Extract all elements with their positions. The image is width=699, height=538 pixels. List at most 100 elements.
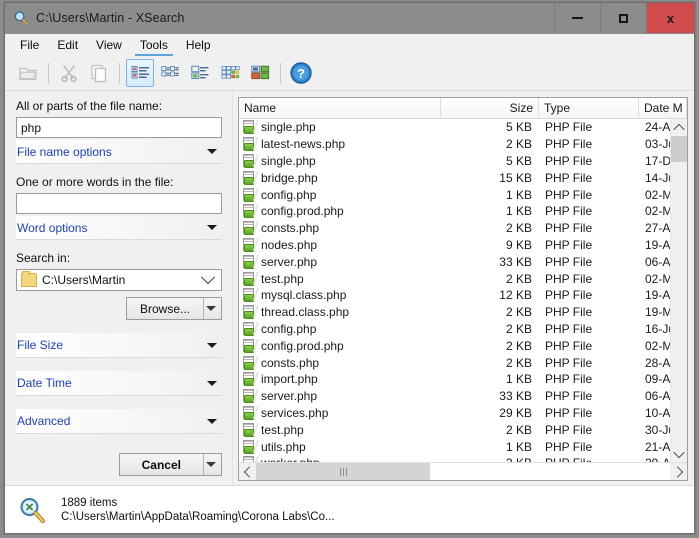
section-advanced[interactable]: Advanced [16,409,222,434]
table-row[interactable]: nodes.php 9 KB PHP File 19-Apr- [239,237,670,254]
results-body: single.php5 KBPHP File24-Auglatest-news.… [239,119,687,462]
minimize-button[interactable] [554,3,600,33]
copy-button[interactable] [85,59,113,87]
view-details-button[interactable] [126,59,154,87]
cancel-dropdown-button[interactable] [203,454,221,475]
php-file-icon [243,254,260,269]
php-file-icon [243,153,260,168]
scroll-up-button[interactable] [671,119,687,136]
table-row[interactable]: config.prod.php 1 KB PHP File 02-May [239,203,670,220]
cell-name-text: latest-news.php [261,137,346,152]
browse-button[interactable]: Browse... [125,297,222,320]
title-bar[interactable]: C:\Users\Martin - XSearch x [5,3,694,34]
filename-label: All or parts of the file name: [16,99,163,113]
table-row[interactable]: server.php 33 KB PHP File 06-Aug [239,388,670,405]
table-row[interactable]: thread.class.php 2 KB PHP File 19-Mar [239,304,670,321]
horizontal-scrollbar[interactable] [239,462,687,480]
cell-name: mysql.class.php [239,288,441,303]
menu-file[interactable]: File [11,34,48,56]
menu-tools[interactable]: Tools [131,34,177,56]
view-list-button[interactable] [156,59,184,87]
view-tiles-button[interactable] [216,59,244,87]
column-header-size[interactable]: Size [441,98,539,118]
table-row[interactable]: single.php 5 KB PHP File 17-Dec [239,153,670,170]
cell-type: PHP File [545,221,593,236]
scroll-down-button[interactable] [671,445,687,462]
horizontal-scroll-thumb[interactable] [256,463,430,480]
cell-size: 1 KB [505,439,532,454]
column-header-name[interactable]: Name [239,98,441,118]
toolbar-separator [119,63,120,83]
window-title: C:\Users\Martin - XSearch [36,11,185,25]
cell-name: consts.php [239,355,441,370]
browse-dropdown-button[interactable] [203,298,221,319]
vertical-scroll-track[interactable] [671,136,687,445]
cell-name-text: services.php [261,405,329,420]
table-row[interactable]: consts.php 2 KB PHP File 27-Apr- [239,220,670,237]
table-row[interactable]: bridge.php 15 KB PHP File 14-Jul- [239,169,670,186]
filename-options-link[interactable]: File name options [17,145,112,159]
view-list-icon [160,65,179,76]
table-row[interactable]: test.php 2 KB PHP File 30-Jul- [239,421,670,438]
maximize-button[interactable] [600,3,646,33]
vertical-scrollbar[interactable] [670,119,687,462]
section-file-size[interactable]: File Size [16,333,222,358]
word-options-row[interactable]: Word options [16,216,222,240]
table-row[interactable]: latest-news.php 2 KB PHP File 03-Jun- [239,136,670,153]
cell-name: consts.php [239,221,441,236]
cell-name-text: single.php [261,120,316,135]
table-row[interactable]: server.php 33 KB PHP File 06-Aug [239,253,670,270]
scroll-left-button[interactable] [239,463,256,480]
cell-name-text: server.php [261,254,318,269]
table-row[interactable]: config.php 2 KB PHP File 16-Jul- [239,321,670,338]
table-row[interactable]: test.php 2 KB PHP File 02-May [239,270,670,287]
cell-date: 24-Aug [645,120,670,135]
cell-type: PHP File [545,153,593,168]
table-row[interactable]: utils.php 1 KB PHP File 21-Aug [239,438,670,455]
cell-name-text: config.prod.php [261,204,344,219]
table-row[interactable]: config.prod.php 2 KB PHP File 02-May [239,337,670,354]
menu-view[interactable]: View [87,34,131,56]
view-tiles-icon [221,65,240,79]
table-row[interactable]: single.php 5 KB PHP File 24-Aug [239,119,670,136]
php-file-icon [243,120,260,135]
view-small-icons-button[interactable] [186,59,214,87]
cell-name-text: config.php [261,321,317,336]
open-folder-button[interactable] [14,59,42,87]
column-header-type[interactable]: Type [539,98,639,118]
table-row[interactable]: config.php 1 KB PHP File 02-May [239,186,670,203]
cell-name-text: consts.php [261,221,320,236]
cell-date: 16-Jul- [645,321,670,336]
table-row[interactable]: worker.php 3 KBPHP File29-Apr- [239,455,670,462]
vertical-scroll-thumb[interactable] [671,136,687,162]
table-row[interactable]: import.php 1 KB PHP File 09-Aug [239,371,670,388]
table-row[interactable]: consts.php 2 KB PHP File 28-Apr- [239,354,670,371]
table-row[interactable]: services.php 29 KB PHP File 10-Aug [239,405,670,422]
chevron-down-icon [673,446,685,458]
help-button[interactable]: ? [287,59,315,87]
php-file-icon [243,170,260,185]
column-header-date[interactable]: Date M [639,98,687,118]
word-options-link[interactable]: Word options [17,221,87,235]
folder-icon [21,271,37,287]
cell-date: 03-Jun- [645,137,670,152]
cell-size: 33 KB [499,389,532,404]
words-input[interactable] [16,193,222,214]
cell-name: config.prod.php [239,204,441,219]
chevron-down-icon [206,462,216,467]
close-icon: x [666,10,675,26]
close-button[interactable]: x [646,3,694,33]
search-in-combobox[interactable]: C:\Users\Martin [16,269,222,291]
cell-date: 06-Aug [645,254,670,269]
view-large-icons-button[interactable] [246,59,274,87]
filename-input[interactable] [16,117,222,138]
scroll-right-button[interactable] [670,463,687,480]
cancel-button[interactable]: Cancel [118,453,222,476]
menu-edit[interactable]: Edit [48,34,87,56]
filename-options-row[interactable]: File name options [16,140,222,164]
horizontal-scroll-track[interactable] [256,463,670,480]
cut-button[interactable] [55,59,83,87]
table-row[interactable]: mysql.class.php 12 KB PHP File 19-Apr- [239,287,670,304]
menu-help[interactable]: Help [177,34,220,56]
section-date-time[interactable]: Date Time [16,371,222,396]
